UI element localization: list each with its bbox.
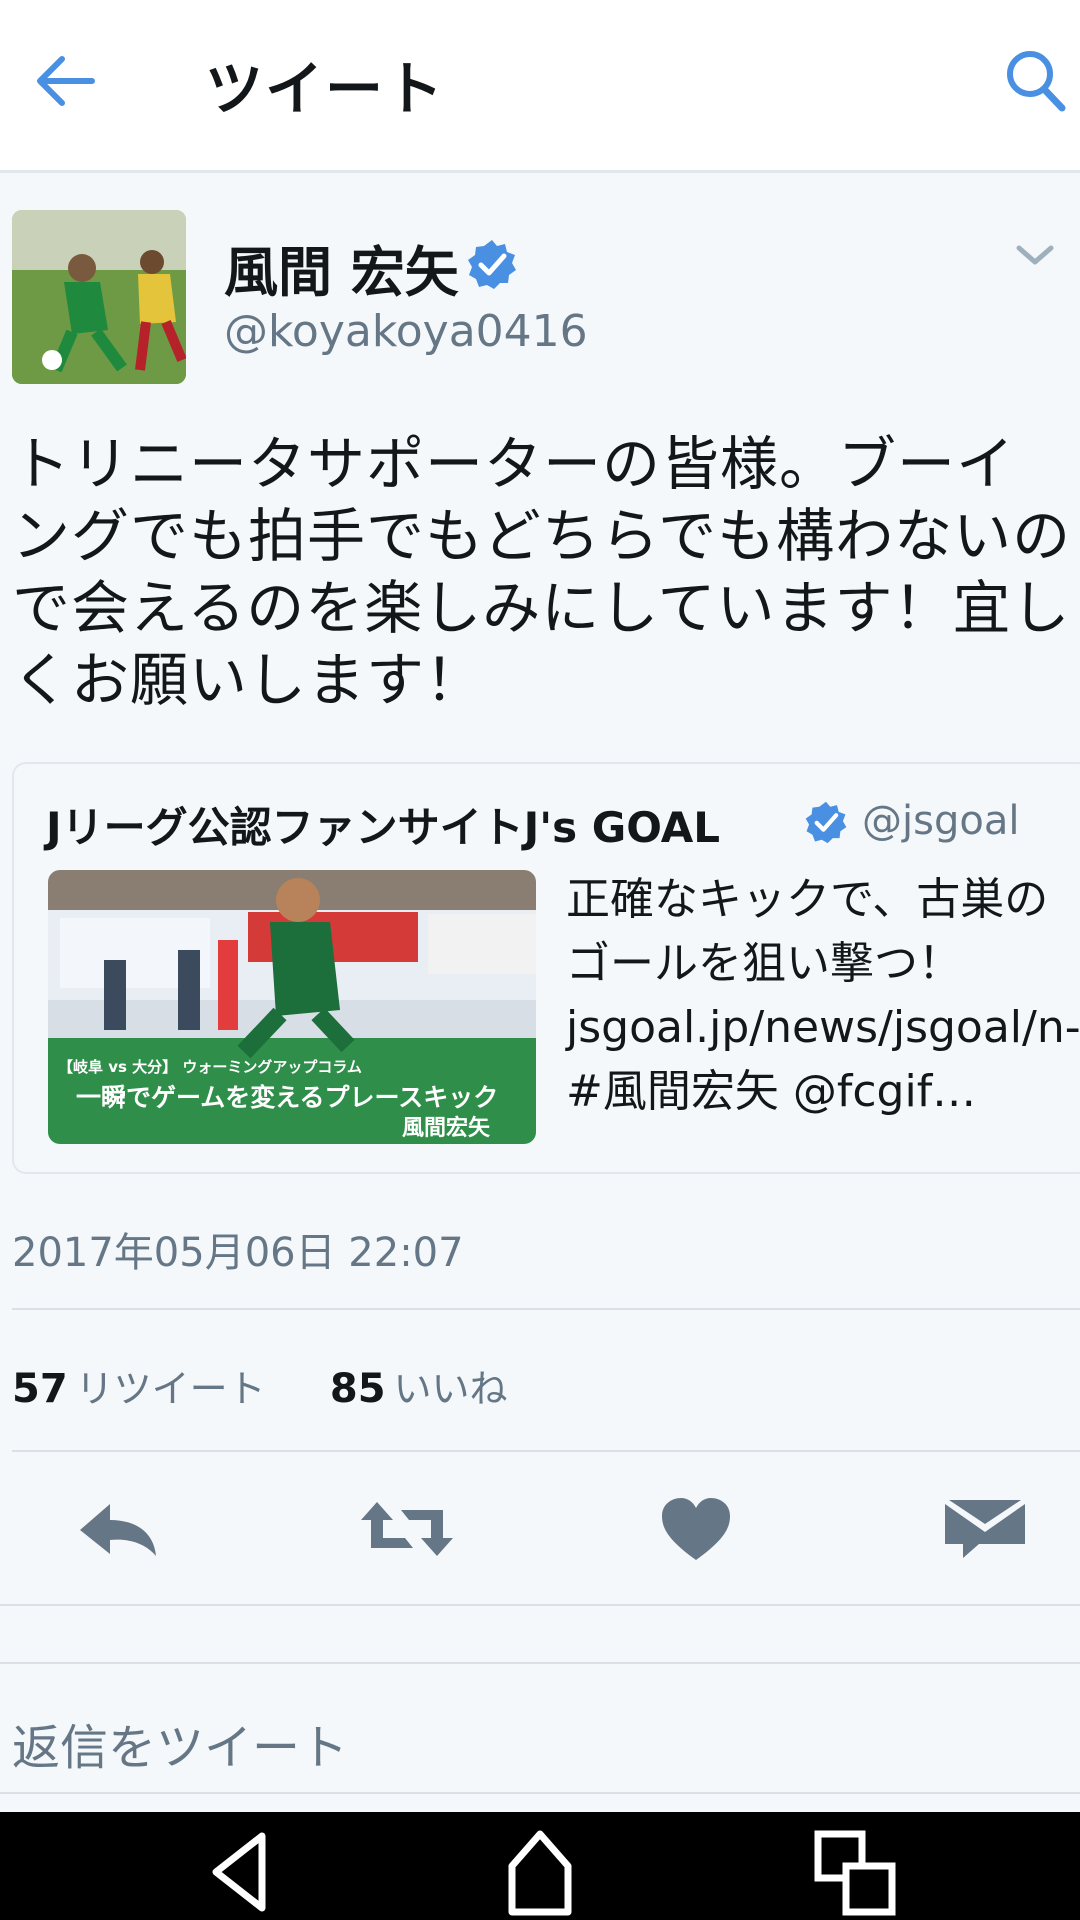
arrow-left-icon xyxy=(37,56,95,106)
status-bar xyxy=(0,0,1080,40)
avatar[interactable] xyxy=(12,210,186,384)
divider xyxy=(0,1662,1080,1664)
likes-count: 85 xyxy=(329,1366,386,1412)
retweet-button[interactable] xyxy=(357,1494,457,1564)
quoted-tweet-card[interactable]: Jリーグ公認ファンサイトJ's GOAL @jsgoal 【岐阜 vs 大分】 … xyxy=(12,762,1080,1174)
system-nav-bar xyxy=(0,1812,1080,1920)
back-button[interactable] xyxy=(30,46,100,116)
quoted-image[interactable]: 【岐阜 vs 大分】 ウォーミングアップコラム 一瞬でゲームを変えるプレースキッ… xyxy=(48,870,536,1144)
tweet-timestamp: 2017年05月06日 22:07 xyxy=(12,1230,464,1276)
divider xyxy=(0,1792,1080,1794)
nav-recents-icon[interactable] xyxy=(812,1828,898,1916)
quoted-author-name: Jリーグ公認ファンサイトJ's GOAL xyxy=(46,803,721,852)
avatar-photo xyxy=(12,210,186,384)
quoted-handle: @jsgoal xyxy=(862,798,1020,844)
divider xyxy=(0,1604,1080,1606)
heart-icon xyxy=(662,1498,730,1560)
search-button[interactable] xyxy=(1004,46,1068,116)
app-bar: ツイート xyxy=(0,0,1080,173)
retweets-label: リツイート xyxy=(75,1367,266,1411)
verified-badge-icon xyxy=(805,801,847,844)
reply-input[interactable]: 返信をツイート xyxy=(12,1708,348,1778)
divider xyxy=(12,1450,1080,1452)
search-icon xyxy=(1007,51,1066,112)
likes-label: いいね xyxy=(393,1367,508,1411)
like-button[interactable] xyxy=(646,1494,746,1564)
retweets-stat[interactable]: 57 リツイート xyxy=(12,1366,278,1412)
image-caption-top: 【岐阜 vs 大分】 ウォーミングアップコラム xyxy=(58,1058,362,1076)
quoted-tweet-text: 正確なキックで、古巣のゴールを狙い撃つ！ jsgoal.jp/news/jsgo… xyxy=(566,874,1080,1117)
nav-home-icon[interactable] xyxy=(506,1826,574,1916)
chevron-down-icon[interactable] xyxy=(1016,240,1054,270)
nav-back-icon[interactable] xyxy=(208,1830,268,1914)
envelope-icon xyxy=(945,1500,1025,1558)
verified-badge-icon xyxy=(468,240,516,289)
page-title: ツイート xyxy=(205,55,446,123)
image-caption-name: 風間宏矢 xyxy=(402,1116,491,1141)
author-handle[interactable]: @koyakoya0416 xyxy=(224,306,588,357)
retweets-count: 57 xyxy=(12,1366,68,1412)
tweet-stats: 57 リツイート 85 いいね xyxy=(12,1358,508,1413)
tweet-text: トリニータサポーターの皆様。ブーイングでも拍手でもどちらでも構わないので会えるの… xyxy=(12,430,1072,714)
divider xyxy=(12,1308,1080,1310)
retweet-icon xyxy=(361,1502,453,1556)
image-caption-main: 一瞬でゲームを変えるプレースキック xyxy=(76,1083,499,1112)
direct-message-button[interactable] xyxy=(935,1494,1035,1564)
reply-button[interactable] xyxy=(68,1494,168,1564)
reply-icon xyxy=(80,1504,156,1556)
author-name[interactable]: 風間 宏矢 xyxy=(224,228,459,307)
likes-stat[interactable]: 85 いいね xyxy=(329,1366,508,1412)
